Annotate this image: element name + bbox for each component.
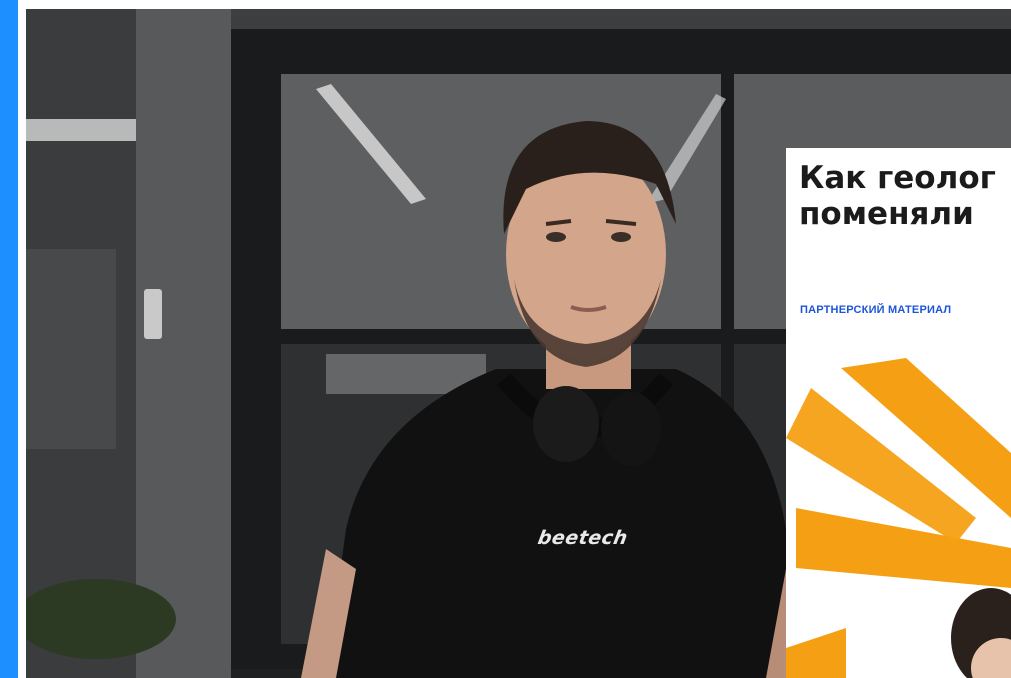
promo-illustration	[786, 358, 1011, 678]
promo-card-title[interactable]: Как геолог поменяли	[799, 160, 1011, 232]
shirt-print: beetech	[536, 527, 630, 549]
partner-material-tag: ПАРТНЕРСКИЙ МАТЕРИАЛ	[800, 304, 952, 316]
accent-bar	[0, 0, 18, 678]
promo-card[interactable]: Как геолог поменяли ПАРТНЕРСКИЙ МАТЕРИАЛ	[786, 148, 1011, 678]
